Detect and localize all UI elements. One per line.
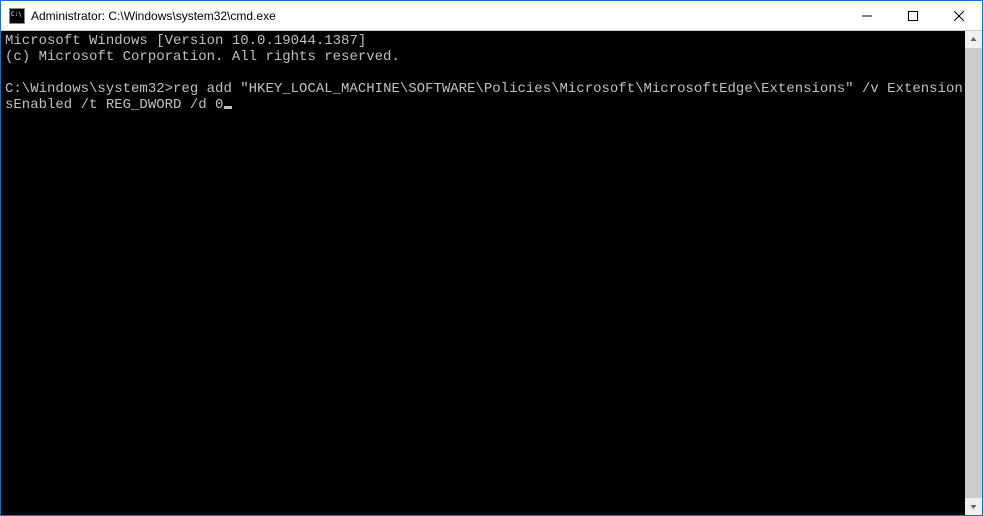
cursor xyxy=(224,106,232,109)
vertical-scrollbar[interactable] xyxy=(965,31,982,515)
scroll-down-button[interactable] xyxy=(965,498,982,515)
scroll-up-button[interactable] xyxy=(965,31,982,48)
terminal-output[interactable]: Microsoft Windows [Version 10.0.19044.13… xyxy=(1,31,965,515)
client-area: Microsoft Windows [Version 10.0.19044.13… xyxy=(1,31,982,515)
cmd-icon: C:\ xyxy=(9,8,25,24)
window-frame: C:\ Administrator: C:\Windows\system32\c… xyxy=(0,0,983,516)
prompt: C:\Windows\system32> xyxy=(5,81,173,97)
titlebar[interactable]: C:\ Administrator: C:\Windows\system32\c… xyxy=(1,1,982,31)
maximize-button[interactable] xyxy=(890,1,936,30)
minimize-button[interactable] xyxy=(844,1,890,30)
close-button[interactable] xyxy=(936,1,982,30)
version-line: Microsoft Windows [Version 10.0.19044.13… xyxy=(5,33,366,49)
scroll-track[interactable] xyxy=(965,48,982,498)
window-title: Administrator: C:\Windows\system32\cmd.e… xyxy=(31,9,844,23)
svg-text:C:\: C:\ xyxy=(11,11,22,18)
scroll-thumb[interactable] xyxy=(965,48,982,498)
window-controls xyxy=(844,1,982,30)
copyright-line: (c) Microsoft Corporation. All rights re… xyxy=(5,49,400,65)
